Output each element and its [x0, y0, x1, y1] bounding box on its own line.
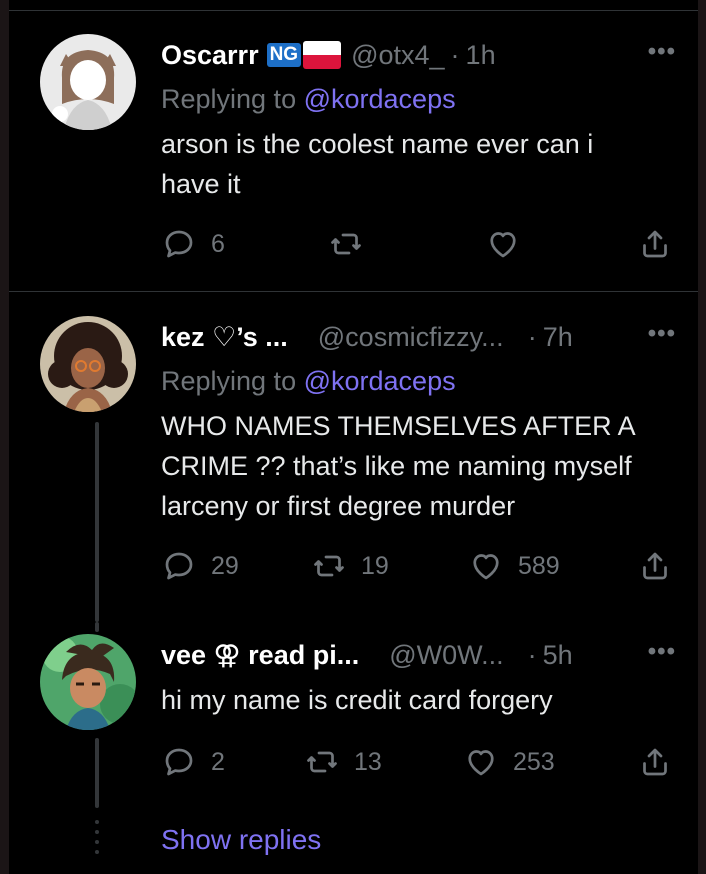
replying-prefix: Replying to — [161, 366, 297, 396]
reply-icon — [165, 230, 193, 258]
window-edge-left — [0, 0, 9, 874]
retweet-button[interactable]: 19 — [311, 548, 389, 584]
thread-line — [95, 622, 99, 632]
window-edge-right — [698, 0, 706, 874]
more-horizontal-icon[interactable]: ••• — [648, 320, 676, 348]
user-handle[interactable]: @otx4_ — [351, 40, 444, 71]
retweet-count: 13 — [354, 747, 382, 776]
thread-dots — [95, 820, 99, 860]
retweet-icon — [331, 233, 361, 255]
avatar[interactable] — [40, 634, 136, 730]
tweet-header: Oscarrr NG @otx4_ · 1h ••• — [161, 38, 698, 72]
tweet-text: WHO NAMES THEMSELVES AFTER A CRIME ?? th… — [161, 411, 635, 521]
replying-to: Replying to @kordaceps — [161, 84, 456, 115]
more-horizontal-icon[interactable]: ••• — [648, 38, 676, 66]
display-name[interactable]: vee ⚢ read pi... — [161, 640, 359, 671]
separator-dot: · — [450, 39, 460, 70]
timestamp[interactable]: 5h — [543, 640, 573, 671]
share-button[interactable] — [637, 226, 687, 262]
tweet-kez[interactable]: kez ♡’s ... @cosmicfizzy... · 7h ••• Rep… — [9, 292, 698, 622]
replying-prefix: Replying to — [161, 84, 297, 114]
reply-count: 29 — [211, 551, 239, 580]
user-handle[interactable]: @W0W... — [389, 640, 503, 671]
like-button[interactable] — [485, 226, 535, 262]
thread-line — [95, 422, 99, 622]
reply-count: 6 — [211, 229, 225, 258]
reply-count: 2 — [211, 747, 225, 776]
show-replies-link[interactable]: Show replies — [161, 824, 321, 856]
reply-icon — [165, 748, 193, 776]
separator-dot: · — [527, 321, 537, 352]
reply-icon — [165, 552, 193, 580]
separator-dot: · — [527, 639, 537, 670]
share-button[interactable] — [637, 548, 687, 584]
more-horizontal-icon[interactable]: ••• — [648, 638, 676, 666]
ng-badge: NG — [266, 43, 302, 67]
retweet-button[interactable] — [328, 226, 378, 262]
retweet-button[interactable]: 13 — [304, 744, 382, 780]
tweet-oscarrr[interactable]: Oscarrr NG @otx4_ · 1h ••• Replying to @… — [9, 0, 698, 291]
timestamp[interactable]: 1h — [466, 40, 496, 71]
user-handle[interactable]: @cosmicfizzy... — [318, 322, 504, 353]
like-count: 253 — [513, 747, 555, 776]
retweet-count: 19 — [361, 551, 389, 580]
avatar[interactable] — [40, 34, 136, 130]
retweet-icon — [314, 555, 344, 577]
share-icon — [643, 230, 667, 258]
retweet-icon — [307, 751, 337, 773]
tweet-actions: 6 — [161, 226, 678, 266]
tweet-actions: 2 13 253 — [161, 744, 678, 784]
heart-icon — [468, 750, 494, 776]
tweet-header: kez ♡’s ... @cosmicfizzy... · 7h ••• — [161, 320, 698, 354]
like-button[interactable]: 589 — [468, 548, 560, 584]
thread-line — [95, 738, 99, 808]
tweet-actions: 29 19 589 — [161, 548, 678, 588]
avatar[interactable] — [40, 316, 136, 412]
replying-to: Replying to @kordaceps — [161, 366, 456, 397]
poland-flag-icon — [303, 41, 342, 69]
tweet-header: vee ⚢ read pi... @W0W... · 5h ••• — [161, 638, 698, 672]
share-icon — [643, 748, 667, 776]
heart-icon — [473, 554, 499, 580]
heart-icon — [490, 232, 516, 258]
tweet-text: arson is the coolest name ever can i hav… — [161, 129, 594, 199]
mention-link[interactable]: @kordaceps — [304, 84, 456, 114]
like-button[interactable]: 253 — [463, 744, 555, 780]
timestamp[interactable]: 7h — [543, 322, 573, 353]
share-button[interactable] — [637, 744, 687, 780]
reply-button[interactable]: 2 — [161, 744, 225, 780]
share-icon — [643, 552, 667, 580]
tweet-text: hi my name is credit card forgery — [161, 685, 553, 715]
display-name[interactable]: kez ♡’s ... — [161, 322, 288, 353]
like-count: 589 — [518, 551, 560, 580]
tweet-vee[interactable]: vee ⚢ read pi... @W0W... · 5h ••• hi my … — [9, 622, 698, 874]
display-name[interactable]: Oscarrr — [161, 40, 259, 71]
reply-button[interactable]: 29 — [161, 548, 239, 584]
reply-button[interactable]: 6 — [161, 226, 225, 262]
mention-link[interactable]: @kordaceps — [304, 366, 456, 396]
